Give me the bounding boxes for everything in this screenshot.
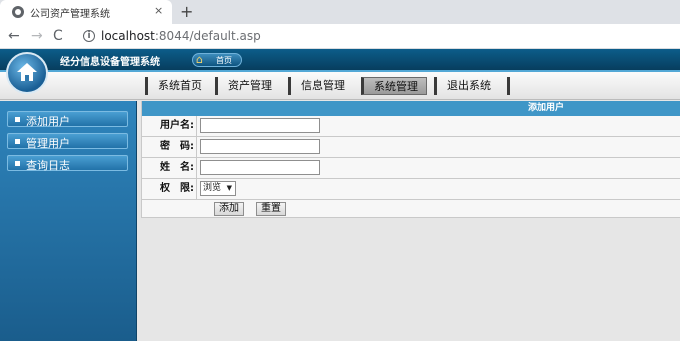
- tab-title: 公司资产管理系统: [30, 9, 110, 20]
- bullet-icon: [15, 117, 20, 122]
- header-banner: 经分信息设备管理系统 ⌂ 首页: [0, 49, 680, 71]
- sidebar-item-label: 添加用户: [26, 115, 70, 128]
- house-icon: ⌂: [196, 53, 203, 66]
- password-input[interactable]: [200, 139, 320, 154]
- system-title: 经分信息设备管理系统: [60, 57, 160, 68]
- new-tab-icon[interactable]: +: [180, 2, 193, 21]
- forward-arrow-icon[interactable]: →: [31, 28, 43, 44]
- back-arrow-icon[interactable]: ←: [8, 28, 20, 44]
- username-label: 用户名:: [142, 116, 197, 136]
- form-row-username: 用户名:: [142, 116, 680, 137]
- sidebar-item-manage-users[interactable]: 管理用户: [7, 133, 128, 150]
- permission-label: 权 限:: [142, 179, 197, 199]
- reload-icon[interactable]: C: [53, 28, 63, 44]
- globe-icon: [12, 6, 24, 18]
- username-input[interactable]: [200, 118, 320, 133]
- password-label: 密 码:: [142, 137, 197, 157]
- menu-item-assets[interactable]: 资产管理: [215, 77, 280, 95]
- sidebar: 添加用户 管理用户 查询日志: [0, 101, 137, 341]
- page: 经分信息设备管理系统 ⌂ 首页 系统首页 资产管理 信息管理 系统管理 退出系统…: [0, 49, 680, 341]
- add-button[interactable]: 添加: [214, 202, 244, 216]
- dropdown-caret-icon: ▼: [226, 184, 232, 192]
- form-row-name: 姓 名:: [142, 158, 680, 179]
- menu-item-logout[interactable]: 退出系统: [434, 77, 499, 95]
- name-label: 姓 名:: [142, 158, 197, 178]
- permission-select[interactable]: 浏览 ▼: [200, 181, 236, 196]
- menu-item-home[interactable]: 系统首页: [145, 77, 210, 95]
- home-button[interactable]: ⌂ 首页: [192, 53, 242, 67]
- home-label: 首页: [216, 56, 232, 65]
- url-host: localhost: [101, 29, 155, 43]
- info-icon[interactable]: i: [83, 30, 95, 42]
- permission-value: 浏览: [203, 183, 222, 193]
- close-icon[interactable]: ×: [154, 4, 163, 17]
- name-input[interactable]: [200, 160, 320, 175]
- browser-toolbar: ← → C i localhost:8044/default.asp: [0, 24, 680, 49]
- logo: [6, 52, 48, 94]
- main-menu: 系统首页 资产管理 信息管理 系统管理 退出系统: [0, 72, 680, 100]
- menu-item-system[interactable]: 系统管理: [361, 77, 427, 95]
- url-path: :8044/default.asp: [154, 29, 261, 43]
- browser-tab[interactable]: 公司资产管理系统 ×: [0, 0, 172, 24]
- sidebar-item-label: 查询日志: [26, 159, 70, 172]
- menu-divider: [507, 77, 510, 95]
- reset-button[interactable]: 重置: [256, 202, 286, 216]
- browser-tabstrip: 公司资产管理系统 × +: [0, 0, 680, 24]
- form-row-permission: 权 限: 浏览 ▼: [142, 179, 680, 200]
- sidebar-item-query-log[interactable]: 查询日志: [7, 155, 128, 172]
- menu-item-info[interactable]: 信息管理: [288, 77, 353, 95]
- address-bar[interactable]: localhost:8044/default.asp: [101, 29, 261, 43]
- home-logo-icon: [17, 63, 37, 81]
- add-user-form: 添加用户 用户名: 密 码: 姓 名: 权 限: 浏览 ▼ 添加 重置: [141, 101, 680, 218]
- form-title: 添加用户: [142, 101, 680, 116]
- bullet-icon: [15, 161, 20, 166]
- form-actions: 添加 重置: [142, 200, 680, 218]
- bullet-icon: [15, 139, 20, 144]
- sidebar-item-add-user[interactable]: 添加用户: [7, 111, 128, 128]
- sidebar-item-label: 管理用户: [26, 137, 70, 150]
- form-row-password: 密 码:: [142, 137, 680, 158]
- main-content: 添加用户 用户名: 密 码: 姓 名: 权 限: 浏览 ▼ 添加 重置: [141, 101, 680, 341]
